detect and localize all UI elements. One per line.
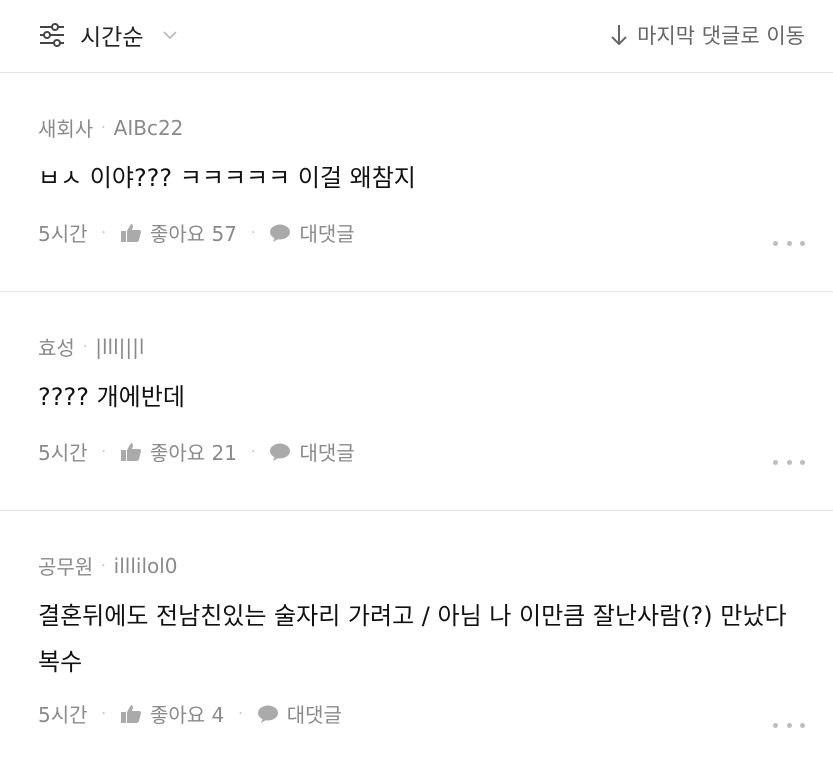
comment-time: 5시간	[38, 222, 88, 246]
thumbs-up-icon	[120, 223, 141, 242]
reply-label: 대댓글	[299, 441, 355, 465]
comment-item: 공무원 · illlilol0 결혼뒤에도 전남친있는 술자리 가려고 / 아님…	[0, 511, 833, 767]
separator-dot: ·	[101, 705, 106, 722]
more-dots-icon	[773, 240, 778, 246]
separator-dot: ·	[251, 224, 256, 241]
comment-meta: 공무원 · illlilol0	[38, 551, 178, 580]
comment-time: 5시간	[38, 703, 88, 727]
reply-label: 대댓글	[286, 703, 342, 727]
separator-dot: ·	[101, 443, 106, 460]
like-button[interactable]: 좋아요 57	[120, 218, 237, 247]
sort-label: 시간순	[80, 25, 144, 51]
comment-item: 새회사 · AIBc22 ㅂㅅ 이야??? ㅋㅋㅋㅋㅋ 이걸 왜참지 5시간 ·…	[0, 73, 833, 292]
speech-bubble-icon	[270, 224, 291, 242]
reply-button[interactable]: 대댓글	[269, 437, 355, 466]
like-button[interactable]: 좋아요 4	[120, 699, 224, 728]
like-count: 좋아요 57	[149, 222, 237, 246]
sort-dropdown[interactable]: 시간순	[38, 18, 178, 52]
comment-nickname[interactable]: AIBc22	[114, 116, 184, 140]
reply-button[interactable]: 대댓글	[269, 218, 355, 247]
more-dots-icon	[773, 459, 778, 465]
separator-dot: ·	[101, 557, 106, 574]
comment-actions: 5시간 · 좋아요 21 · 대댓글	[38, 437, 355, 466]
arrow-down-icon	[611, 25, 627, 46]
like-count: 좋아요 21	[149, 441, 237, 465]
more-options-button[interactable]	[773, 239, 805, 247]
separator-dot: ·	[101, 224, 106, 241]
comment-actions: 5시간 · 좋아요 57 · 대댓글	[38, 218, 355, 247]
chevron-down-icon	[163, 31, 178, 40]
comment-actions: 5시간 · 좋아요 4 · 대댓글	[38, 699, 342, 728]
jump-label: 마지막 댓글로 이동	[637, 24, 805, 48]
comment-item: 효성 · |lll|||l ???? 개에반데 5시간 · 좋아요 21 · 대…	[0, 292, 833, 511]
comment-text: ???? 개에반데	[38, 383, 185, 411]
speech-bubble-icon	[270, 443, 291, 461]
thumbs-up-icon	[120, 704, 141, 723]
comment-author[interactable]: 공무원	[38, 551, 93, 580]
reply-button[interactable]: 대댓글	[257, 699, 342, 728]
like-count: 좋아요 4	[149, 703, 225, 727]
comment-text: 결혼뒤에도 전남친있는 술자리 가려고 / 아님 나 이만큼 잘난사람(?) 만…	[38, 602, 787, 676]
separator-dot: ·	[251, 443, 256, 460]
thumbs-up-icon	[120, 442, 141, 461]
comment-time: 5시간	[38, 441, 88, 465]
more-dots-icon	[773, 722, 778, 728]
jump-to-last-comment-button[interactable]: 마지막 댓글로 이동	[609, 18, 805, 52]
sliders-icon	[40, 23, 64, 47]
separator-dot: ·	[82, 338, 88, 355]
more-options-button[interactable]	[773, 458, 805, 466]
comment-meta: 새회사 · AIBc22	[38, 113, 183, 142]
separator-dot: ·	[101, 119, 106, 136]
speech-bubble-icon	[257, 705, 278, 723]
comment-text: ㅂㅅ 이야??? ㅋㅋㅋㅋㅋ 이걸 왜참지	[38, 164, 416, 192]
like-button[interactable]: 좋아요 21	[120, 437, 237, 466]
comment-toolbar: 시간순 마지막 댓글로 이동	[0, 0, 833, 73]
comment-author[interactable]: 새회사	[38, 113, 93, 142]
comment-meta: 효성 · |lll|||l	[38, 332, 144, 361]
comment-author[interactable]: 효성	[38, 332, 75, 361]
comment-nickname[interactable]: |lll|||l	[95, 335, 144, 359]
comment-nickname[interactable]: illlilol0	[114, 554, 178, 578]
more-options-button[interactable]	[773, 721, 805, 729]
separator-dot: ·	[238, 705, 243, 722]
reply-label: 대댓글	[299, 222, 355, 246]
